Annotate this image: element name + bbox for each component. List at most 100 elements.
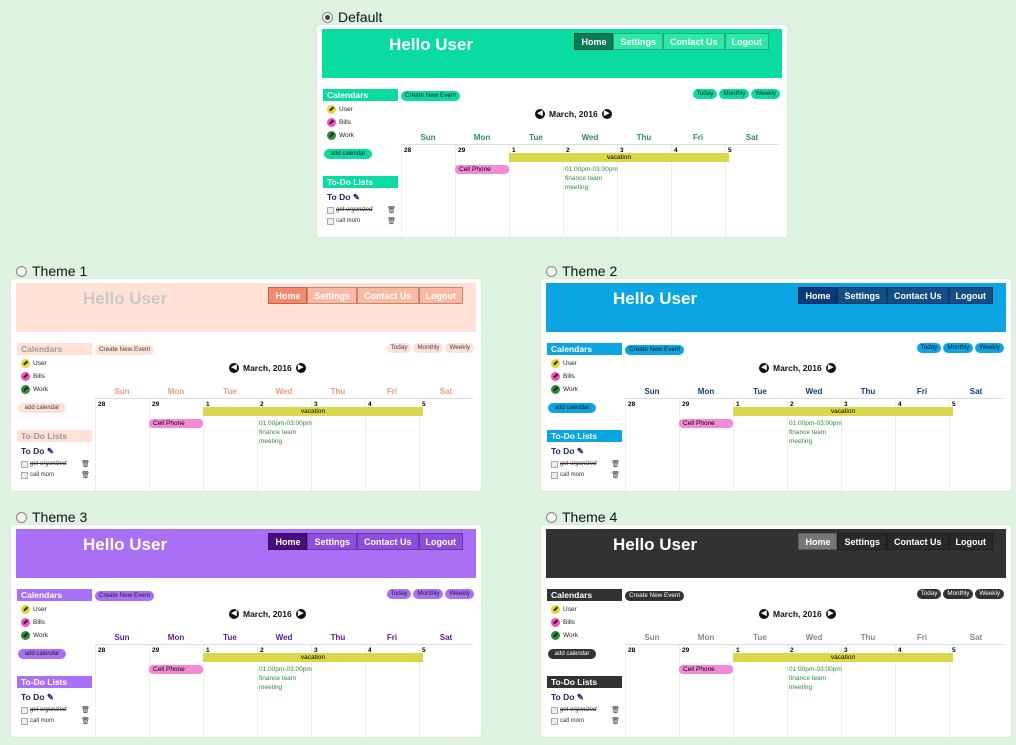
todo-item[interactable]: call mom 🗑 xyxy=(21,471,92,479)
trash-icon[interactable]: 🗑 xyxy=(387,217,396,225)
day-cell[interactable]: 29 xyxy=(679,645,733,737)
nav-home[interactable]: Home xyxy=(268,287,308,304)
create-event-button[interactable]: Create New Event xyxy=(95,591,155,601)
nav-home[interactable]: Home xyxy=(798,287,838,304)
event-cell-phone[interactable]: Cell Phone xyxy=(679,419,733,428)
nav-logout[interactable]: Logout xyxy=(418,287,463,304)
checkbox[interactable] xyxy=(327,217,334,225)
calendar-item[interactable]: Bills xyxy=(551,371,622,381)
pencil-icon[interactable]: ✎ xyxy=(47,692,54,702)
todo-item[interactable]: get organized 🗑 xyxy=(551,706,622,714)
today-button[interactable]: Today xyxy=(386,589,412,599)
weekly-button[interactable]: Weekly xyxy=(751,89,780,99)
event-finance-meeting[interactable]: 01:00pm-03:00pm finance team meeting xyxy=(789,419,842,446)
day-cell[interactable]: 28 xyxy=(625,645,679,737)
radio-button[interactable] xyxy=(546,511,557,523)
calendar-item[interactable]: Work xyxy=(551,630,622,640)
trash-icon[interactable]: 🗑 xyxy=(81,471,90,479)
trash-icon[interactable]: 🗑 xyxy=(81,717,90,725)
calendar-item[interactable]: Bills xyxy=(21,371,92,381)
radio-button[interactable] xyxy=(16,511,27,523)
prev-month-icon[interactable]: ◀ xyxy=(229,609,239,619)
nav-contact[interactable]: Contact Us xyxy=(356,533,419,550)
checkbox[interactable] xyxy=(21,460,28,468)
trash-icon[interactable]: 🗑 xyxy=(81,706,90,714)
monthly-button[interactable]: Monthly xyxy=(719,89,750,99)
theme-preview-default[interactable]: Hello User Home Settings Contact Us Logo… xyxy=(317,25,787,237)
day-cell[interactable]: 29 xyxy=(149,645,203,737)
day-cell[interactable]: 29 xyxy=(679,399,733,491)
calendar-item[interactable]: User xyxy=(551,358,622,368)
theme-option-4[interactable]: Theme 4 xyxy=(546,509,617,525)
todo-item[interactable]: get organized 🗑 xyxy=(551,460,622,468)
create-event-button[interactable]: Create New Event xyxy=(625,345,685,355)
theme-option-3[interactable]: Theme 3 xyxy=(16,509,87,525)
nav-settings[interactable]: Settings xyxy=(613,33,663,50)
calendar-item[interactable]: Work xyxy=(551,384,622,394)
day-cell[interactable]: 28 xyxy=(625,399,679,491)
event-vacation[interactable]: vacation xyxy=(203,407,423,416)
next-month-icon[interactable]: ▶ xyxy=(295,363,306,373)
checkbox[interactable] xyxy=(551,706,558,714)
theme-preview-1[interactable]: Hello User Home Settings Contact Us Logo… xyxy=(11,279,481,491)
weekly-button[interactable]: Weekly xyxy=(445,343,474,353)
today-button[interactable]: Today xyxy=(386,343,412,353)
calendar-item[interactable]: User xyxy=(21,358,92,368)
create-event-button[interactable]: Create New Event xyxy=(95,345,155,355)
event-vacation[interactable]: vacation xyxy=(203,653,423,662)
checkbox[interactable] xyxy=(21,471,28,479)
event-finance-meeting[interactable]: 01:00pm-03:00pm finance team meeting xyxy=(259,665,312,692)
day-cell[interactable]: 5 xyxy=(419,399,473,491)
trash-icon[interactable]: 🗑 xyxy=(611,706,620,714)
checkbox[interactable] xyxy=(551,471,558,479)
calendar-item[interactable]: User xyxy=(551,604,622,614)
nav-contact[interactable]: Contact Us xyxy=(886,287,949,304)
add-calendar-button[interactable]: add calendar xyxy=(548,403,596,413)
event-vacation[interactable]: vacation xyxy=(509,153,729,162)
add-calendar-button[interactable]: add calendar xyxy=(548,649,596,659)
pencil-icon[interactable]: ✎ xyxy=(577,446,584,456)
event-cell-phone[interactable]: Cell Phone xyxy=(149,419,203,428)
pencil-icon[interactable]: ✎ xyxy=(577,692,584,702)
theme-option-1[interactable]: Theme 1 xyxy=(16,263,87,279)
todo-item[interactable]: get organized 🗑 xyxy=(327,206,398,214)
theme-preview-2[interactable]: Hello User Home Settings Contact Us Logo… xyxy=(541,279,1011,491)
nav-settings[interactable]: Settings xyxy=(307,533,357,550)
checkbox[interactable] xyxy=(551,717,558,725)
day-cell[interactable]: 28 xyxy=(95,399,149,491)
event-vacation[interactable]: vacation xyxy=(733,653,953,662)
today-button[interactable]: Today xyxy=(916,589,942,599)
create-event-button[interactable]: Create New Event xyxy=(625,591,685,601)
calendar-item[interactable]: Work xyxy=(21,630,92,640)
create-event-button[interactable]: Create New Event xyxy=(401,91,461,101)
theme-preview-3[interactable]: Hello User Home Settings Contact Us Logo… xyxy=(11,525,481,737)
todo-item[interactable]: get organized 🗑 xyxy=(21,706,92,714)
nav-home[interactable]: Home xyxy=(268,533,308,550)
monthly-button[interactable]: Monthly xyxy=(413,343,444,353)
event-finance-meeting[interactable]: 01:00pm-03:00pm finance team meeting xyxy=(565,165,618,192)
radio-button[interactable] xyxy=(546,265,557,277)
next-month-icon[interactable]: ▶ xyxy=(825,609,836,619)
monthly-button[interactable]: Monthly xyxy=(943,589,974,599)
event-cell-phone[interactable]: Cell Phone xyxy=(679,665,733,674)
day-cell[interactable]: 28 xyxy=(95,645,149,737)
calendar-item[interactable]: Bills xyxy=(551,617,622,627)
event-finance-meeting[interactable]: 01:00pm-03:00pm finance team meeting xyxy=(789,665,842,692)
todo-item[interactable]: call mom 🗑 xyxy=(21,717,92,725)
theme-option-2[interactable]: Theme 2 xyxy=(546,263,617,279)
nav-contact[interactable]: Contact Us xyxy=(356,287,419,304)
event-finance-meeting[interactable]: 01:00pm-03:00pm finance team meeting xyxy=(259,419,312,446)
trash-icon[interactable]: 🗑 xyxy=(81,460,90,468)
checkbox[interactable] xyxy=(327,206,334,214)
calendar-item[interactable]: Bills xyxy=(327,117,398,127)
nav-logout[interactable]: Logout xyxy=(724,33,769,50)
event-cell-phone[interactable]: Cell Phone xyxy=(149,665,203,674)
day-cell[interactable]: 5 xyxy=(949,399,1003,491)
monthly-button[interactable]: Monthly xyxy=(943,343,974,353)
prev-month-icon[interactable]: ◀ xyxy=(535,109,545,119)
pencil-icon[interactable]: ✎ xyxy=(47,446,54,456)
add-calendar-button[interactable]: add calendar xyxy=(324,149,372,159)
today-button[interactable]: Today xyxy=(916,343,942,353)
weekly-button[interactable]: Weekly xyxy=(975,589,1004,599)
next-month-icon[interactable]: ▶ xyxy=(825,363,836,373)
